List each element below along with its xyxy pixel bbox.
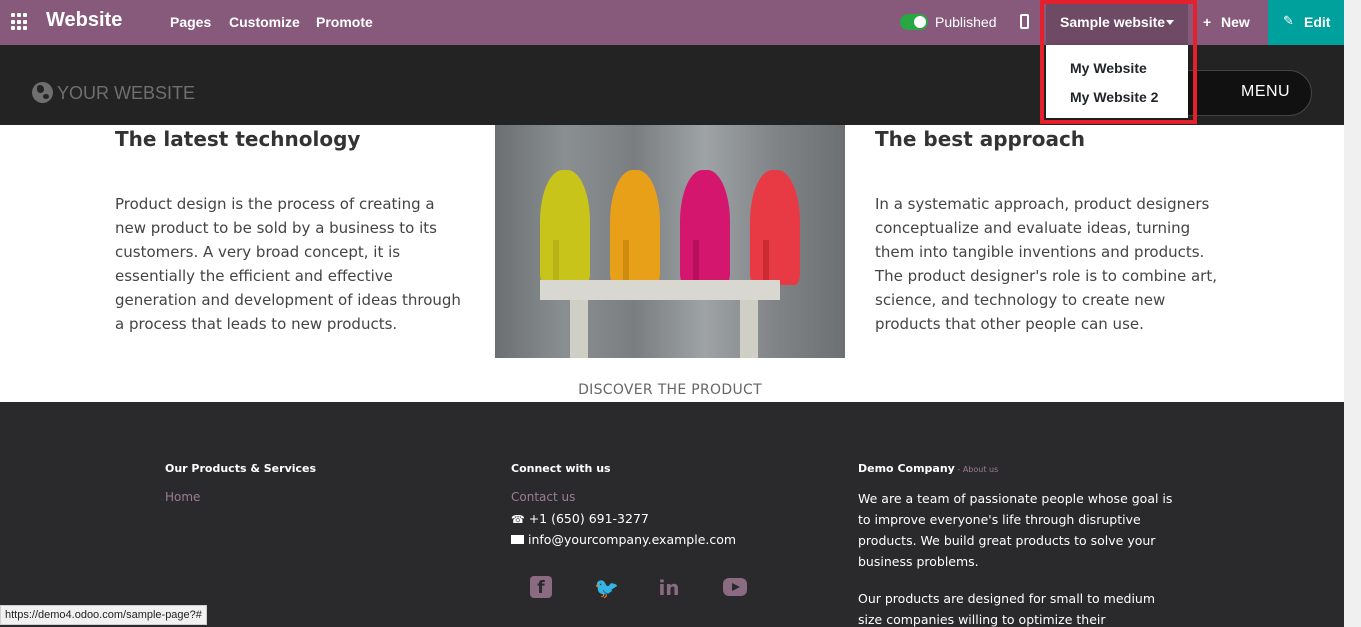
- vertical-scrollbar[interactable]: [1344, 45, 1361, 627]
- facebook-icon[interactable]: f: [530, 576, 552, 598]
- left-paragraph: Product design is the process of creatin…: [115, 195, 461, 333]
- twitter-icon[interactable]: 🐦: [594, 576, 619, 600]
- footer-email: info@yourcompany.example.com: [511, 532, 736, 547]
- published-label[interactable]: Published: [935, 14, 997, 30]
- apps-grid-icon[interactable]: [11, 13, 29, 31]
- website-logo[interactable]: YOUR WEBSITE: [57, 83, 195, 104]
- footer-about-text-2: Our products are designed for small to m…: [858, 591, 1156, 627]
- shoes-image: [495, 125, 845, 358]
- scrollbar-corner: [1344, 0, 1361, 45]
- discover-product-link[interactable]: DISCOVER THE PRODUCT: [0, 382, 1340, 398]
- published-toggle[interactable]: [900, 14, 928, 30]
- pencil-icon: ✎: [1283, 14, 1294, 29]
- app-brand[interactable]: Website: [46, 9, 122, 32]
- youtube-icon[interactable]: [723, 578, 747, 596]
- footer-phone: ☎ +1 (650) 691-3277: [511, 511, 649, 526]
- footer-home-link[interactable]: Home: [165, 490, 200, 504]
- phone-icon: ☎: [511, 513, 525, 526]
- left-heading: The latest technology: [115, 127, 361, 151]
- nav-promote[interactable]: Promote: [316, 14, 373, 30]
- mobile-preview-icon[interactable]: [1020, 14, 1029, 29]
- mail-icon: [511, 535, 524, 544]
- new-button[interactable]: + New: [1203, 14, 1250, 30]
- right-heading: The best approach: [875, 127, 1086, 151]
- highlight-box: [1040, 0, 1197, 124]
- page-content: The latest technology Product design is …: [0, 125, 1344, 402]
- footer-company-name: Demo Company: [858, 462, 955, 475]
- edit-label: Edit: [1304, 14, 1331, 30]
- footer-col1-title: Our Products & Services: [165, 462, 317, 475]
- footer-email-text[interactable]: info@yourcompany.example.com: [528, 532, 736, 547]
- footer-about-text-1: We are a team of passionate people whose…: [858, 491, 1173, 569]
- linkedin-icon[interactable]: in: [658, 576, 680, 600]
- globe-icon: [32, 82, 53, 103]
- footer-contact-link[interactable]: Contact us: [511, 490, 575, 504]
- nav-customize[interactable]: Customize: [229, 14, 300, 30]
- nav-pages[interactable]: Pages: [170, 14, 211, 30]
- right-paragraph: In a systematic approach, product design…: [875, 195, 1217, 333]
- edit-button[interactable]: ✎ Edit: [1268, 0, 1344, 45]
- new-label: New: [1221, 14, 1250, 30]
- browser-status-bar: https://demo4.odoo.com/sample-page?#: [0, 605, 207, 625]
- footer-phone-text: +1 (650) 691-3277: [528, 511, 649, 526]
- footer-col2-title: Connect with us: [511, 462, 611, 475]
- plus-icon: +: [1203, 14, 1212, 30]
- menu-label: MENU: [1241, 83, 1291, 100]
- website-footer: Our Products & Services Home Connect wit…: [0, 402, 1344, 627]
- footer-col3-title: Demo Company - About us: [858, 462, 998, 475]
- footer-about-link[interactable]: About us: [963, 465, 998, 474]
- footer-sep: -: [954, 465, 963, 474]
